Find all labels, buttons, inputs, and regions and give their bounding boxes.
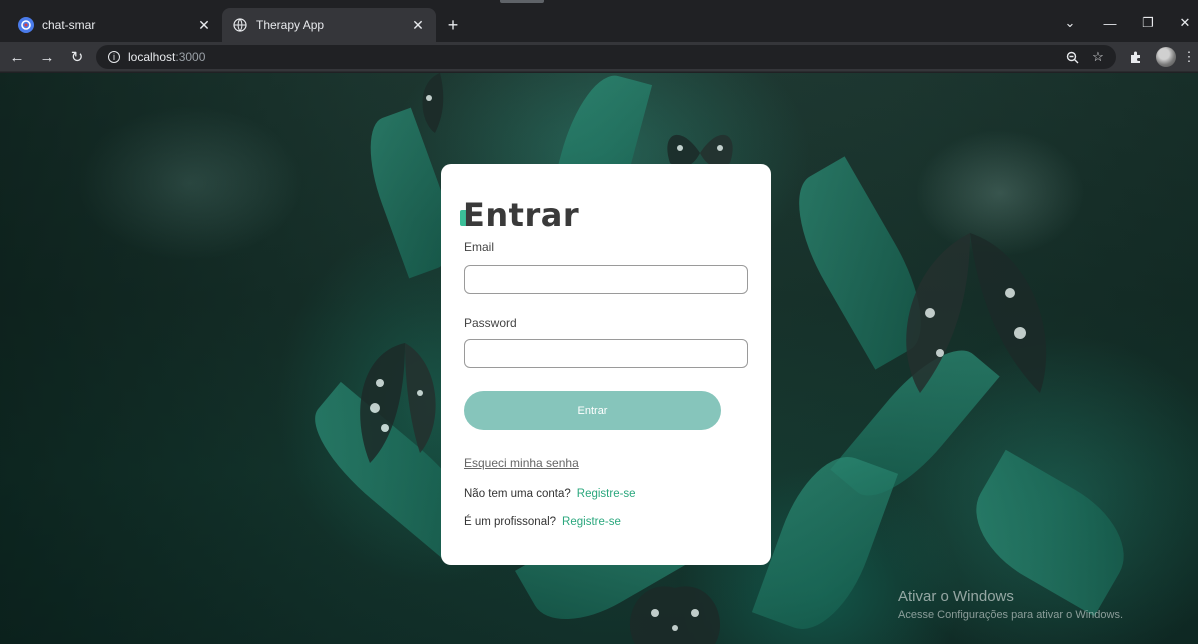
tab-close-icon[interactable]: ✕ <box>196 17 212 33</box>
site-info-icon[interactable]: i <box>108 51 120 63</box>
forward-arrow-icon[interactable]: → <box>36 46 58 68</box>
password-label: Password <box>464 316 517 330</box>
menu-kebab-icon[interactable]: ⋮ <box>1182 47 1196 67</box>
tab-search-chevron-icon[interactable]: ⌄ <box>1054 10 1086 36</box>
minimize-icon[interactable]: — <box>1094 10 1126 36</box>
tab-close-icon[interactable]: ✕ <box>410 17 426 33</box>
page-title: Entrar <box>463 196 580 234</box>
login-card: Entrar Email Password Entrar Esqueci min… <box>441 164 771 565</box>
tab-title: Therapy App <box>256 18 325 32</box>
new-tab-plus-icon[interactable]: + <box>442 14 464 36</box>
leaf-decoration <box>751 443 899 643</box>
profile-avatar[interactable] <box>1156 47 1176 67</box>
browser-tabstrip: chat-smar ✕ Therapy App ✕ + ⌄ — ❐ ✕ <box>0 0 1198 42</box>
url-host: localhost <box>128 50 176 64</box>
back-arrow-icon[interactable]: ← <box>6 46 28 68</box>
extensions-puzzle-icon[interactable] <box>1126 47 1146 67</box>
butterfly-decoration <box>360 343 436 463</box>
bookmark-star-icon[interactable]: ☆ <box>1088 47 1108 67</box>
address-bar[interactable]: i localhost:3000 <box>96 45 1116 69</box>
professional-register-link[interactable]: Registre-se <box>562 516 621 528</box>
globe-icon <box>232 17 248 33</box>
zoom-icon[interactable] <box>1062 47 1082 67</box>
url-port: :3000 <box>175 50 206 64</box>
reload-icon[interactable]: ↻ <box>66 46 88 68</box>
register-row: Não tem uma conta? Registre-se <box>464 488 636 500</box>
password-field[interactable] <box>464 339 748 368</box>
no-account-text: Não tem uma conta? <box>464 488 571 500</box>
butterfly-decoration <box>422 73 444 133</box>
email-label: Email <box>464 240 495 254</box>
email-field[interactable] <box>464 265 748 294</box>
windows-activation-subtitle: Acesse Configurações para ativar o Windo… <box>898 609 1123 621</box>
tab-chat-smar[interactable]: chat-smar ✕ <box>8 8 222 42</box>
tab-therapy-app[interactable]: Therapy App ✕ <box>222 8 436 42</box>
professional-register-row: É um profissonal? Registre-se <box>464 516 621 528</box>
butterfly-decoration <box>629 586 721 644</box>
tab-title: chat-smar <box>42 18 96 32</box>
forgot-password-link[interactable]: Esqueci minha senha <box>464 456 579 470</box>
register-link[interactable]: Registre-se <box>577 488 636 500</box>
login-submit-button[interactable]: Entrar <box>464 391 721 430</box>
tab-favicon-icon <box>18 17 34 33</box>
professional-text: É um profissonal? <box>464 516 557 528</box>
tabstrip-indicator <box>500 0 544 3</box>
window-close-icon[interactable]: ✕ <box>1172 10 1198 36</box>
browser-toolbar: ← → ↻ i localhost:3000 ☆ ⋮ <box>0 42 1198 72</box>
restore-icon[interactable]: ❐ <box>1132 10 1164 36</box>
butterfly-decoration <box>906 233 1047 393</box>
windows-activation-title: Ativar o Windows <box>898 588 1014 605</box>
